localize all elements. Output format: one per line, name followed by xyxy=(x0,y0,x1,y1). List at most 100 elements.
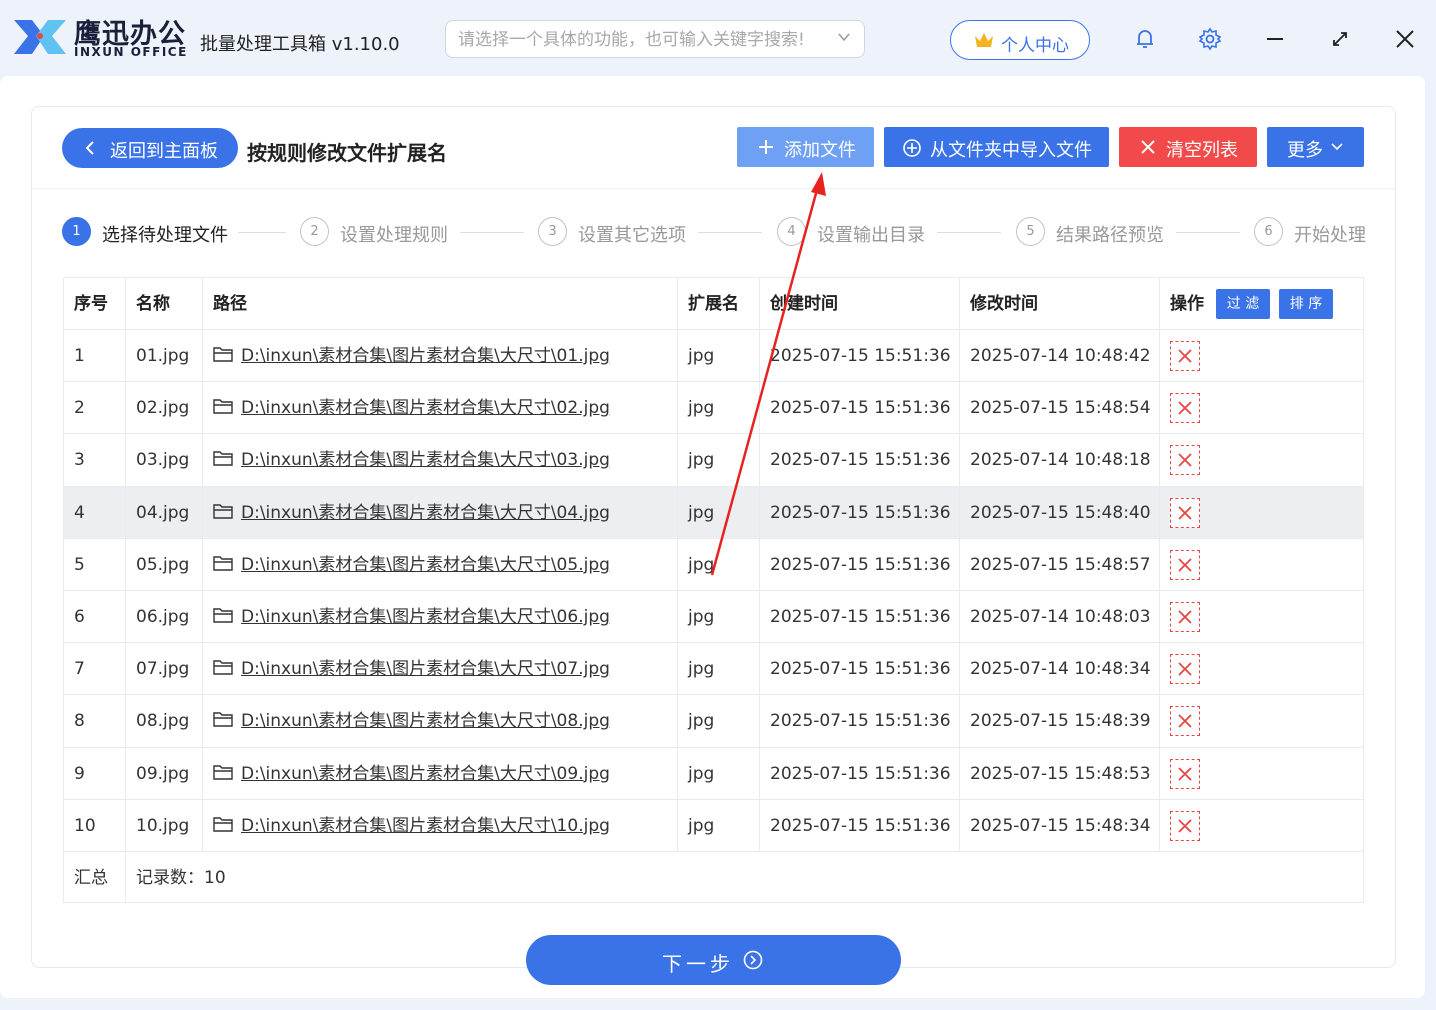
created-time: 2025-07-15 15:51:36 xyxy=(760,434,960,486)
sort-button[interactable]: 排 序 xyxy=(1279,289,1333,319)
folder-icon[interactable] xyxy=(213,555,233,571)
gear-icon[interactable] xyxy=(1197,26,1223,52)
close-icon xyxy=(1178,453,1192,468)
table-row[interactable]: 10 10.jpg D:\inxun\素材合集\图片素材合集\大尺寸\10.jpg j… xyxy=(64,799,1363,852)
close-icon xyxy=(1178,766,1192,781)
next-step-button[interactable]: 下一步 xyxy=(526,935,901,985)
folder-icon[interactable] xyxy=(213,346,233,362)
plus-circle-icon xyxy=(903,139,921,157)
close-icon xyxy=(1178,349,1192,363)
column-header: 修改时间 xyxy=(960,278,1160,329)
created-time: 2025-07-15 15:51:36 xyxy=(760,382,960,434)
column-header: 操作 xyxy=(1170,294,1204,314)
file-extension: jpg xyxy=(678,538,760,590)
table-row[interactable]: 9 09.jpg D:\inxun\素材合集\图片素材合集\大尺寸\09.jpg jp… xyxy=(64,747,1363,800)
delete-row-button[interactable] xyxy=(1170,497,1200,528)
table-row[interactable]: 7 07.jpg D:\inxun\素材合集\图片素材合集\大尺寸\07.jpg jp… xyxy=(64,643,1363,696)
file-path-link[interactable]: D:\inxun\素材合集\图片素材合集\大尺寸\09.jpg xyxy=(241,764,610,784)
file-path-cell: D:\inxun\素材合集\图片素材合集\大尺寸\01.jpg xyxy=(203,330,678,382)
file-path-link[interactable]: D:\inxun\素材合集\图片素材合集\大尺寸\04.jpg xyxy=(241,503,610,523)
close-icon[interactable] xyxy=(1392,26,1418,52)
delete-row-button[interactable] xyxy=(1170,654,1200,685)
folder-icon[interactable] xyxy=(213,503,233,519)
search-input[interactable] xyxy=(458,29,828,51)
maximize-icon[interactable] xyxy=(1327,26,1353,52)
delete-row-button[interactable] xyxy=(1170,706,1200,737)
file-path-cell: D:\inxun\素材合集\图片素材合集\大尺寸\04.jpg xyxy=(203,486,678,538)
modified-time: 2025-07-15 15:48:34 xyxy=(960,799,1160,851)
back-to-main-button[interactable]: 返回到主面板 xyxy=(62,128,238,168)
file-path-link[interactable]: D:\inxun\素材合集\图片素材合集\大尺寸\05.jpg xyxy=(241,555,610,575)
delete-row-button[interactable] xyxy=(1170,549,1200,580)
close-icon xyxy=(1178,558,1192,572)
file-path-link[interactable]: D:\inxun\素材合集\图片素材合集\大尺寸\02.jpg xyxy=(241,398,610,418)
table-row[interactable]: 2 02.jpg D:\inxun\素材合集\图片素材合集\大尺寸\02.jpg jp… xyxy=(64,382,1363,435)
file-path-cell: D:\inxun\素材合集\图片素材合集\大尺寸\08.jpg xyxy=(203,695,678,747)
delete-row-button[interactable] xyxy=(1170,810,1200,841)
filter-button[interactable]: 过 滤 xyxy=(1216,289,1270,319)
back-label: 返回到主面板 xyxy=(110,141,218,162)
table-row[interactable]: 5 05.jpg D:\inxun\素材合集\图片素材合集\大尺寸\05.jpg jp… xyxy=(64,538,1363,591)
step-label: 结果路径预览 xyxy=(1056,225,1164,246)
table-row[interactable]: 4 04.jpg D:\inxun\素材合集\图片素材合集\大尺寸\04.jpg jp… xyxy=(64,486,1363,539)
file-path-link[interactable]: D:\inxun\素材合集\图片素材合集\大尺寸\10.jpg xyxy=(241,816,610,836)
delete-row-button[interactable] xyxy=(1170,758,1200,789)
file-path-link[interactable]: D:\inxun\素材合集\图片素材合集\大尺寸\06.jpg xyxy=(241,607,610,627)
delete-row-button[interactable] xyxy=(1170,445,1200,476)
folder-icon[interactable] xyxy=(213,607,233,623)
file-path-link[interactable]: D:\inxun\素材合集\图片素材合集\大尺寸\03.jpg xyxy=(241,450,610,470)
folder-icon[interactable] xyxy=(213,711,233,728)
modified-time: 2025-07-14 10:48:34 xyxy=(960,643,1160,695)
chevron-left-icon xyxy=(85,141,94,155)
minimize-icon[interactable] xyxy=(1262,26,1288,52)
table-row[interactable]: 8 08.jpg D:\inxun\素材合集\图片素材合集\大尺寸\08.jpg jp… xyxy=(64,695,1363,748)
step-number: 3 xyxy=(538,217,567,246)
bell-icon[interactable] xyxy=(1132,26,1158,52)
panel-header: 返回到主面板 按规则修改文件扩展名 添加文件 从文件夹中导入文件 清空列表 更多 xyxy=(32,107,1395,189)
file-name: 04.jpg xyxy=(126,486,203,538)
step-label: 开始处理 xyxy=(1294,225,1366,246)
row-number: 6 xyxy=(64,590,126,643)
file-path-link[interactable]: D:\inxun\素材合集\图片素材合集\大尺寸\07.jpg xyxy=(241,659,610,679)
folder-icon[interactable] xyxy=(213,398,233,414)
search-box[interactable] xyxy=(445,20,865,58)
folder-icon[interactable] xyxy=(213,659,233,675)
row-actions xyxy=(1160,434,1365,485)
table-row[interactable]: 6 06.jpg D:\inxun\素材合集\图片素材合集\大尺寸\06.jpg jp… xyxy=(64,590,1365,644)
row-number: 4 xyxy=(64,486,126,538)
folder-icon[interactable] xyxy=(213,450,233,467)
modified-time: 2025-07-14 10:48:42 xyxy=(960,330,1160,382)
created-time: 2025-07-15 15:51:36 xyxy=(760,486,960,538)
step-label: 设置其它选项 xyxy=(578,225,686,246)
add-file-button[interactable]: 添加文件 xyxy=(737,127,874,167)
file-extension: jpg xyxy=(678,590,760,643)
import-folder-button[interactable]: 从文件夹中导入文件 xyxy=(884,127,1109,167)
created-time: 2025-07-15 15:51:36 xyxy=(760,538,960,590)
app-logo-icon xyxy=(14,20,66,54)
delete-row-button[interactable] xyxy=(1170,393,1200,424)
modified-time: 2025-07-15 15:48:40 xyxy=(960,486,1160,538)
file-path-cell: D:\inxun\素材合集\图片素材合集\大尺寸\10.jpg xyxy=(203,799,678,851)
chevron-down-icon[interactable] xyxy=(836,29,852,45)
folder-icon[interactable] xyxy=(213,816,233,832)
more-button[interactable]: 更多 xyxy=(1267,127,1364,167)
file-name: 09.jpg xyxy=(126,747,203,799)
more-label: 更多 xyxy=(1287,140,1323,161)
row-number: 5 xyxy=(64,538,126,590)
personal-center-label: 个人中心 xyxy=(1001,36,1069,56)
file-path-link[interactable]: D:\inxun\素材合集\图片素材合集\大尺寸\01.jpg xyxy=(241,346,610,366)
delete-row-button[interactable] xyxy=(1170,601,1200,632)
app-title: 批量处理工具箱 v1.10.0 xyxy=(200,34,400,55)
table-row[interactable]: 3 03.jpg D:\inxun\素材合集\图片素材合集\大尺寸\03.jpg jp… xyxy=(64,434,1365,487)
file-name: 05.jpg xyxy=(126,538,203,590)
file-extension: jpg xyxy=(678,747,760,799)
file-name: 07.jpg xyxy=(126,643,203,695)
table-row[interactable]: 1 01.jpg D:\inxun\素材合集\图片素材合集\大尺寸\01.jpg jp… xyxy=(64,330,1363,383)
clear-list-button[interactable]: 清空列表 xyxy=(1119,127,1257,167)
personal-center-button[interactable]: 个人中心 xyxy=(950,20,1090,60)
file-name: 08.jpg xyxy=(126,695,203,747)
delete-row-button[interactable] xyxy=(1170,341,1200,371)
row-actions xyxy=(1160,591,1365,642)
folder-icon[interactable] xyxy=(213,764,233,780)
file-path-link[interactable]: D:\inxun\素材合集\图片素材合集\大尺寸\08.jpg xyxy=(241,711,610,731)
